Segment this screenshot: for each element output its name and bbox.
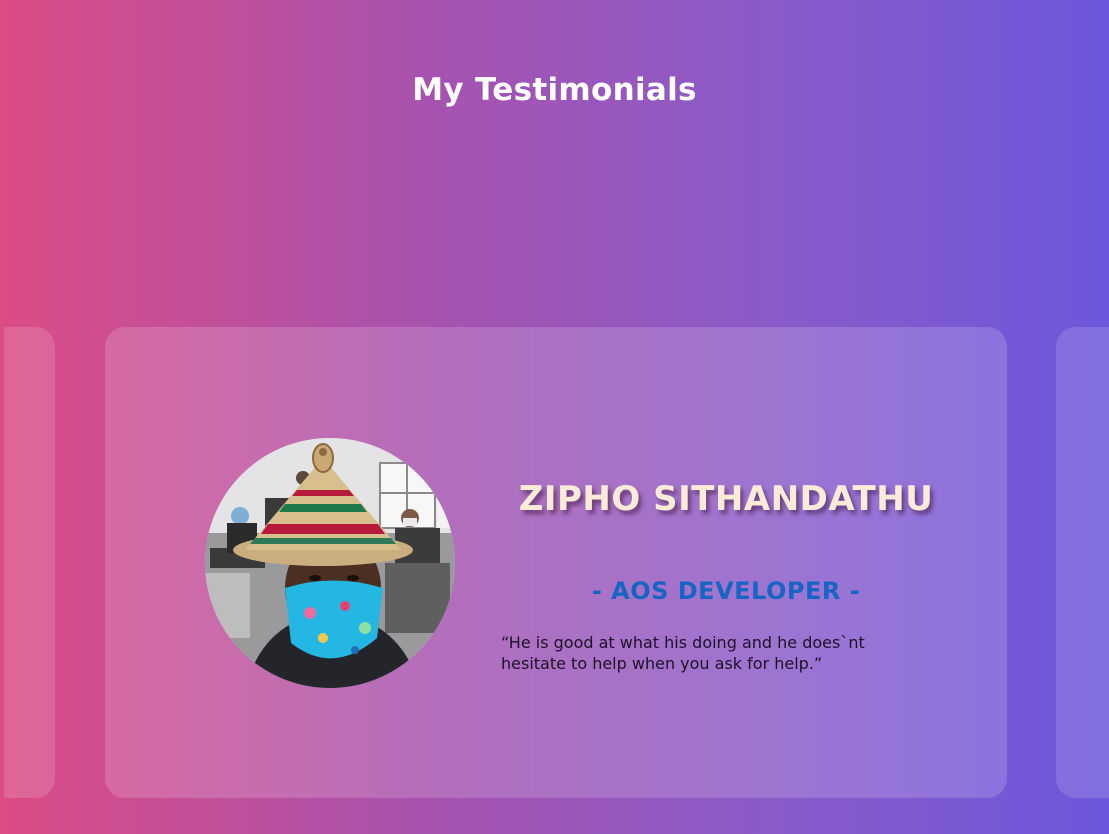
- avatar: [205, 438, 455, 688]
- page-title: My Testimonials: [412, 72, 697, 108]
- previous-slide-card[interactable]: [4, 327, 55, 798]
- next-slide-card[interactable]: [1056, 327, 1109, 798]
- testimonial-role: - AOS DEVELOPER -: [591, 577, 861, 605]
- testimonial-quote: “He is good at what his doing and he doe…: [501, 633, 865, 673]
- testimonial-name: ZIPHO SITHANDATHU: [518, 479, 934, 519]
- testimonial-card: ZIPHO SITHANDATHU - AOS DEVELOPER - “He …: [105, 327, 1007, 798]
- avatar-photo: [205, 438, 455, 688]
